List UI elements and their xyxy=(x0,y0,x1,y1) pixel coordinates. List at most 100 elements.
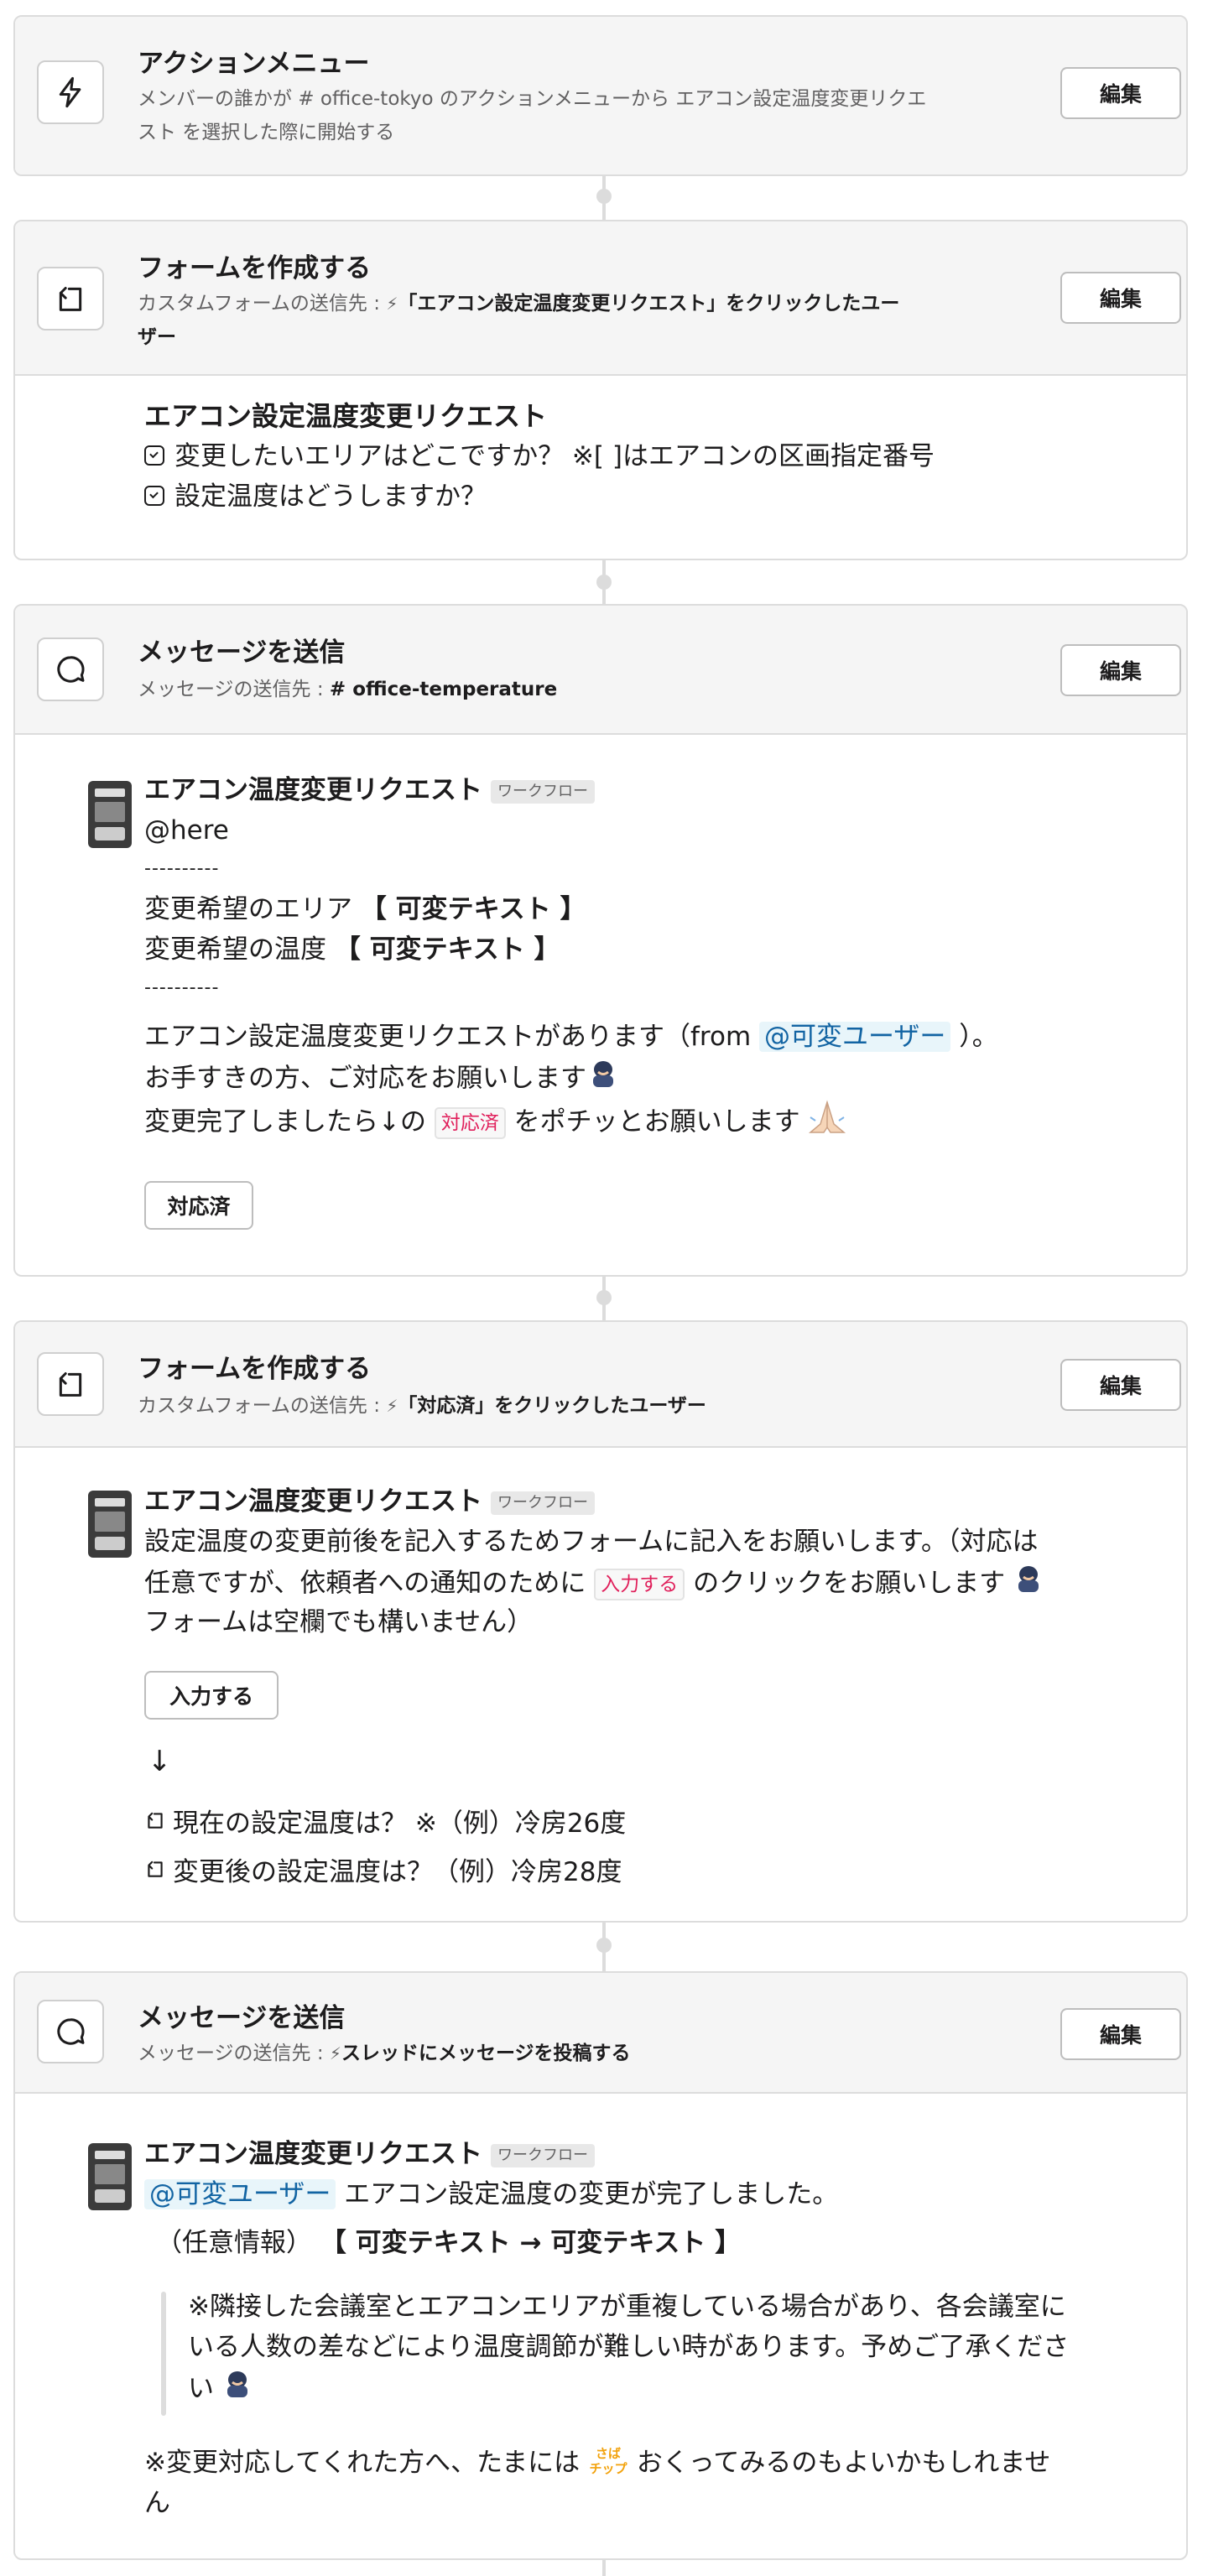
step-header: メッセージを送信 メッセージの送信先 : # office-temperatur… xyxy=(15,606,1186,735)
quote-bar xyxy=(161,2292,166,2416)
message-sender: エアコン温度変更リクエスト ワークフロー xyxy=(144,1481,595,1522)
step-subtitle-line: カスタムフォームの送信先 : ⚡︎「エアコン設定温度変更リクエスト」をクリックし… xyxy=(138,287,1052,320)
message-icon xyxy=(37,2000,104,2063)
text: 任意ですが、依頼者への通知のために xyxy=(144,1568,595,1599)
message-line: 任意ですが、依頼者への通知のために 入力する のクリックをお願いします xyxy=(144,1562,1045,1607)
step-connector xyxy=(602,2560,606,2576)
subtitle-prefix: メッセージの送信先 : xyxy=(138,679,330,700)
step-header: メッセージを送信 メッセージの送信先 : ⚡︎スレッドにメッセージを投稿する 編… xyxy=(15,1973,1186,2094)
text: エアコン設定温度変更リクエストがあります（from xyxy=(144,1022,759,1052)
area-value: 【 可変テキスト 】 xyxy=(360,894,586,924)
quote-line: いる人数の差などにより温度調節が難しい時があります。予めご了承くださ xyxy=(188,2332,1070,2362)
text: おくってみるのもよいかもしれませ xyxy=(628,2448,1051,2478)
subtitle-target: 「対応済」をクリックしたユーザー xyxy=(398,1395,706,1417)
workflow-badge: ワークフロー xyxy=(491,1491,595,1515)
input-button[interactable]: 入力する xyxy=(144,1671,279,1720)
edit-button[interactable]: 編集 xyxy=(1060,1359,1181,1411)
message-line: （任意情報） 【 可変テキスト → 可変テキスト 】 xyxy=(156,2223,741,2263)
connector-dot xyxy=(596,1938,612,1953)
arrow-down-icon: ↓ xyxy=(148,1745,172,1778)
form-title: エアコン設定温度変更リクエスト xyxy=(144,400,548,432)
subtitle-channel: # office-temperature xyxy=(329,679,558,700)
step-subtitle: メッセージの送信先 : ⚡︎スレッドにメッセージを投稿する xyxy=(138,2037,631,2070)
edit-button[interactable]: 編集 xyxy=(1060,272,1181,324)
wand-icon: ⚡︎ xyxy=(386,1396,398,1416)
lightning-icon xyxy=(37,60,104,124)
message-line: ん xyxy=(144,2488,170,2518)
message-line: @可変ユーザー エアコン設定温度の変更が完了しました。 xyxy=(144,2174,838,2214)
step-subtitle-line: スト を選択した際に開始する xyxy=(138,122,395,143)
form-icon xyxy=(144,1803,166,1843)
subtitle-prefix: カスタムフォームの送信先 : xyxy=(138,1395,387,1417)
bowing-person-icon xyxy=(1012,1562,1045,1607)
step-title: メッセージを送信 xyxy=(138,637,346,668)
form-icon xyxy=(144,1851,166,1892)
bowing-person-icon xyxy=(586,1057,620,1102)
subtitle-target: ザー xyxy=(138,326,176,348)
workflow-badge: ワークフロー xyxy=(491,779,595,804)
temp-value: 【 可変テキスト 】 xyxy=(334,934,560,965)
subtitle-target: 「エアコン設定温度変更リクエスト」をクリックしたユー xyxy=(398,293,900,315)
text: のクリックをお願いします xyxy=(685,1568,1006,1599)
connector-dot xyxy=(596,189,612,204)
message-sender: エアコン温度変更リクエスト ワークフロー xyxy=(144,770,595,810)
text: 変更完了しましたら↓の xyxy=(144,1106,435,1137)
sender-name: エアコン温度変更リクエスト xyxy=(144,1486,482,1517)
sender-name: エアコン温度変更リクエスト xyxy=(144,2139,482,2169)
step-card-message: メッセージを送信 メッセージの送信先 : # office-temperatur… xyxy=(13,604,1188,1277)
bowing-person-icon xyxy=(221,2367,254,2412)
step-subtitle: メッセージの送信先 : # office-temperature xyxy=(138,673,557,706)
user-mention[interactable]: @可変ユーザー xyxy=(144,2179,336,2209)
text: ※変更対応してくれた方へ、たまには xyxy=(144,2448,589,2478)
step-title: フォームを作成する xyxy=(138,253,372,284)
bot-avatar-icon xyxy=(87,2142,133,2211)
form-field-label: 設定温度はどうしますか？ xyxy=(174,481,487,512)
step-title: メッセージを送信 xyxy=(138,2003,346,2033)
form-field: 変更したいエリアはどこですか？ ※[ ]はエアコンの区画指定番号 xyxy=(144,436,935,476)
message-divider: ---------- xyxy=(144,858,220,879)
dropdown-field-icon xyxy=(144,485,164,506)
edit-button[interactable]: 編集 xyxy=(1060,644,1181,696)
step-subtitle: カスタムフォームの送信先 : ⚡︎「対応済」をクリックしたユーザー xyxy=(138,1389,706,1423)
message-line: エアコン設定温度変更リクエストがあります（from @可変ユーザー ）。 xyxy=(144,1017,998,1057)
step-card-action-menu: アクションメニュー メンバーの誰かが # office-tokyo のアクション… xyxy=(13,15,1188,176)
message-divider: ---------- xyxy=(144,977,220,998)
connector-dot xyxy=(596,1290,612,1305)
text: い xyxy=(188,2373,214,2404)
message-sender: エアコン温度変更リクエスト ワークフロー xyxy=(144,2134,595,2174)
subtitle-prefix: カスタムフォームの送信先 : xyxy=(138,293,387,315)
step-title: アクションメニュー xyxy=(138,49,370,79)
message-icon xyxy=(37,637,104,701)
message-line: 変更希望のエリア 【 可変テキスト 】 xyxy=(144,889,586,929)
optional-value: 【 可変テキスト → 可変テキスト 】 xyxy=(320,2228,742,2258)
bot-avatar-icon xyxy=(87,780,133,849)
step-card-message: メッセージを送信 メッセージの送信先 : ⚡︎スレッドにメッセージを投稿する 編… xyxy=(13,1971,1188,2560)
workflow-badge: ワークフロー xyxy=(491,2143,595,2167)
form-field: 現在の設定温度は？ ※（例）冷房26度 xyxy=(144,1803,626,1845)
area-label: 変更希望のエリア xyxy=(144,894,361,924)
inline-code: 対応済 xyxy=(434,1107,506,1139)
dropdown-field-icon xyxy=(144,445,164,466)
subtitle-target: スレッドにメッセージを投稿する xyxy=(341,2043,631,2064)
user-mention[interactable]: @可変ユーザー xyxy=(759,1022,951,1052)
step-subtitle: メンバーの誰かが # office-tokyo のアクションメニューから エアコ… xyxy=(138,82,1044,149)
message-line: 変更完了しましたら↓の 対応済 をポチッとお願いします xyxy=(144,1099,849,1147)
form-field-label: 変更したいエリアはどこですか？ ※[ ]はエアコンの区画指定番号 xyxy=(174,441,935,471)
quote-line: ※隣接した会議室とエアコンエリアが重複している場合があり、各会議室に xyxy=(188,2292,1066,2322)
wand-icon: ⚡︎ xyxy=(329,2043,341,2063)
step-header: フォームを作成する カスタムフォームの送信先 : ⚡︎「対応済」をクリックしたユ… xyxy=(15,1322,1186,1448)
text: お手すきの方、ご対応をお願いします xyxy=(144,1063,586,1094)
saba-chip-emoji-icon: さば チップ xyxy=(588,2446,628,2483)
text: をポチッとお願いします xyxy=(505,1106,800,1137)
optional-label: （任意情報） xyxy=(156,2228,320,2258)
form-field-label: 変更後の設定温度は？（例）冷房28度 xyxy=(173,1857,622,1887)
message-line: フォームは空欄でも構いません） xyxy=(144,1607,534,1637)
step-card-form: フォームを作成する カスタムフォームの送信先 : ⚡︎「エアコン設定温度変更リク… xyxy=(13,220,1188,560)
done-button[interactable]: 対応済 xyxy=(144,1181,253,1230)
edit-button[interactable]: 編集 xyxy=(1060,2008,1181,2060)
message-line: お手すきの方、ご対応をお願いします xyxy=(144,1057,620,1102)
edit-button[interactable]: 編集 xyxy=(1060,67,1181,119)
message-line: ※変更対応してくれた方へ、たまには さば チップ おくってみるのもよいかもしれま… xyxy=(144,2443,1050,2483)
step-header: フォームを作成する カスタムフォームの送信先 : ⚡︎「エアコン設定温度変更リク… xyxy=(15,221,1186,376)
bot-avatar-icon xyxy=(87,1490,133,1559)
